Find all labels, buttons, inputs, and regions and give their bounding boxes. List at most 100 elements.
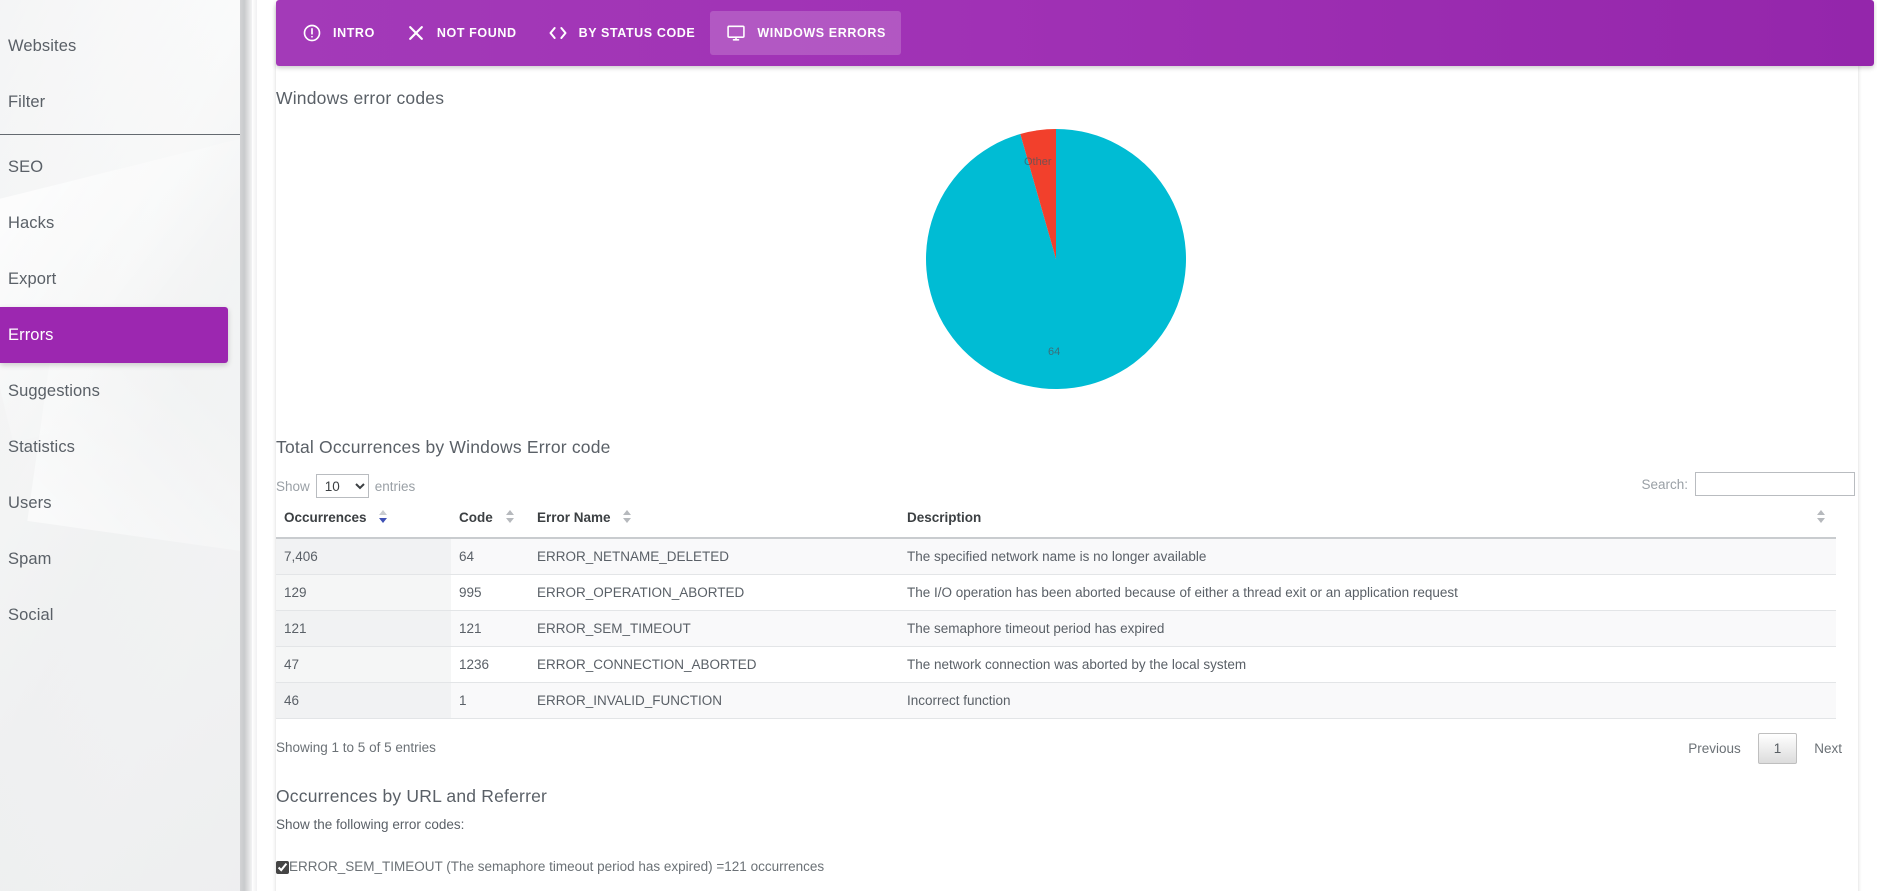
column-label-error-name: Error Name [537,510,611,525]
sidebar-item-label: Hacks [8,213,55,232]
show-label: Show [276,478,310,494]
tab-label: NOT FOUND [436,26,517,40]
cell-code: 995 [451,574,529,611]
cell-code: 64 [451,538,529,575]
pagination-next[interactable]: Next [1801,733,1855,764]
entries-label: entries [374,478,416,494]
pagination-previous[interactable]: Previous [1675,733,1754,764]
sidebar-item-label: Social [8,605,54,624]
tab-by-status-code[interactable]: BY STATUS CODE [532,11,711,55]
table-pagination: Previous 1 Next [1675,733,1855,764]
search-label: Search: [1641,476,1688,492]
cell-error-name: ERROR_SEM_TIMEOUT [529,610,899,647]
table-head: Occurrences Code Error Name Description [276,500,1836,539]
cell-description: The semaphore timeout period has expired [899,610,1836,647]
cell-occurrences: 121 [276,610,451,647]
table-info: Showing 1 to 5 of 5 entries [276,740,436,755]
sidebar-item-social[interactable]: Social [0,587,240,643]
sidebar-item-label: Users [8,493,52,512]
sidebar-item-label: Spam [8,549,52,568]
sort-indicator-code[interactable] [503,510,517,524]
sidebar-item-hacks[interactable]: Hacks [0,195,240,251]
sidebar-item-filter[interactable]: Filter [0,74,240,130]
table-search-control: Search: [1641,472,1855,496]
cell-description: The network connection was aborted by th… [899,646,1836,683]
sidebar-item-websites[interactable]: Websites [0,18,240,74]
cell-error-name: ERROR_OPERATION_ABORTED [529,574,899,611]
tab-label: BY STATUS CODE [578,26,696,40]
cell-description: Incorrect function [899,682,1836,719]
error-code-filter-row: ERROR_SEM_TIMEOUT (The semaphore timeout… [276,859,824,874]
column-header-description[interactable]: Description [899,500,1836,539]
code-brackets-icon [547,22,569,44]
sidebar-divider [240,0,252,891]
sort-indicator-description[interactable] [1814,510,1828,524]
section-title-total-occurrences: Total Occurrences by Windows Error code [276,437,611,457]
sidebar-item-label: Websites [8,36,77,55]
pie-chart-container: Other 64 [276,118,1836,408]
cell-error-name: ERROR_INVALID_FUNCTION [529,682,899,719]
sidebar-item-suggestions[interactable]: Suggestions [0,363,240,419]
column-label-code: Code [459,510,493,525]
cell-occurrences: 129 [276,574,451,611]
windows-errors-table: Occurrences Code Error Name Description … [276,500,1836,719]
table-row: 47 1236 ERROR_CONNECTION_ABORTED The networ… [276,646,1836,683]
table-row: 46 1 ERROR_INVALID_FUNCTION Incorrect funct… [276,682,1836,719]
error-code-checkbox-label: ERROR_SEM_TIMEOUT (The semaphore timeout… [289,859,825,874]
column-header-occurrences[interactable]: Occurrences [276,500,451,539]
column-label-occurrences: Occurrences [284,510,367,525]
sidebar-item-export[interactable]: Export [0,251,240,307]
cell-error-name: ERROR_CONNECTION_ABORTED [529,646,899,683]
cell-code: 1236 [451,646,529,683]
sidebar-divider-highlight [252,0,257,891]
table-header-row: Occurrences Code Error Name Description [276,500,1836,539]
cell-code: 1 [451,682,529,719]
sidebar-item-label: Filter [8,92,46,111]
section-title-occurrences-by-url: Occurrences by URL and Referrer [276,786,548,806]
sidebar-separator [0,134,240,135]
tab-not-found[interactable]: NOT FOUND [390,11,532,55]
section-title-windows-error-codes: Windows error codes [276,88,445,108]
show-error-codes-label: Show the following error codes: [276,817,465,832]
sidebar-item-label: Export [8,269,57,288]
windows-error-pie-chart[interactable] [925,128,1187,390]
sidebar-item-seo[interactable]: SEO [0,139,240,195]
column-label-description: Description [907,510,982,525]
table-row: 129 995 ERROR_OPERATION_ABORTED The I/O ope… [276,574,1836,611]
search-input[interactable] [1695,472,1855,496]
cell-occurrences: 7,406 [276,538,451,575]
close-x-icon [405,22,427,44]
sidebar-item-label: SEO [8,157,44,176]
sidebar-item-statistics[interactable]: Statistics [0,419,240,475]
main-content: INTRO NOT FOUND BY STATUS CODE WINDOWS ERRO… [257,0,1877,891]
table-row: 121 121 ERROR_SEM_TIMEOUT The semaphore tim… [276,610,1836,647]
tab-intro[interactable]: INTRO [286,11,390,55]
error-code-checkbox[interactable] [276,861,289,874]
sidebar-item-label: Errors [8,325,54,344]
sort-indicator-error-name[interactable] [620,510,634,524]
sort-indicator-occurrences[interactable] [376,510,390,524]
sidebar-item-errors[interactable]: Errors [0,307,228,363]
column-header-code[interactable]: Code [451,500,529,539]
sidebar-item-users[interactable]: Users [0,475,240,531]
cell-error-name: ERROR_NETNAME_DELETED [529,538,899,575]
tab-label: INTRO [333,26,375,40]
tab-label: WINDOWS ERRORS [757,26,886,40]
sidebar-item-spam[interactable]: Spam [0,531,240,587]
table-body: 7,406 64 ERROR_NETNAME_DELETED The specifie… [276,538,1836,719]
cell-occurrences: 47 [276,646,451,683]
sidebar-item-label: Suggestions [8,381,100,400]
pagination-page-1[interactable]: 1 [1757,733,1798,764]
entries-per-page-select[interactable]: 102550100 [315,474,369,498]
cell-occurrences: 46 [276,682,451,719]
cell-code: 121 [451,610,529,647]
column-header-error-name[interactable]: Error Name [529,500,899,539]
table-row: 7,406 64 ERROR_NETNAME_DELETED The specifie… [276,538,1836,575]
sidebar-nav: Websites Filter SEO Hacks Export Errors Sugges… [0,0,240,643]
tab-bar: INTRO NOT FOUND BY STATUS CODE WINDOWS ERRO… [276,0,1874,66]
sidebar: Websites Filter SEO Hacks Export Errors Sugges… [0,0,240,891]
exclamation-circle-icon [301,22,323,44]
cell-description: The I/O operation has been aborted becau… [899,574,1836,611]
table-length-control: Show 102550100 entries [276,474,415,498]
tab-windows-errors[interactable]: WINDOWS ERRORS [710,11,901,55]
